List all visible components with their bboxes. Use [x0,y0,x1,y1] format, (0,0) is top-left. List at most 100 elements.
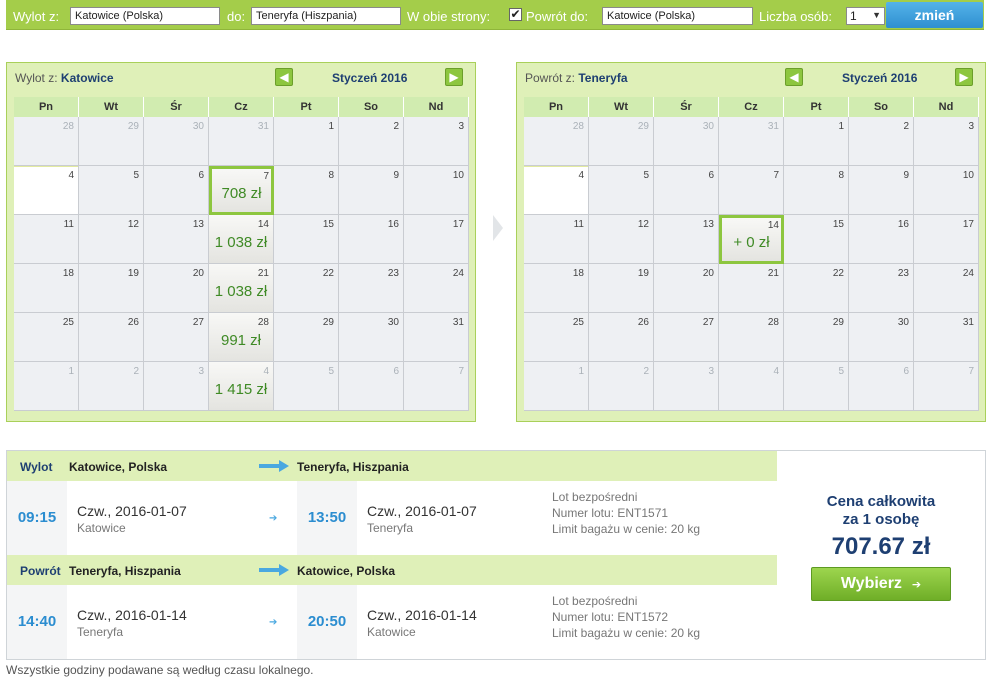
day-number: 29 [127,121,139,132]
day-number: 15 [832,219,844,230]
select-button[interactable]: Wybierz ➔ [811,567,951,601]
calendar-day: 13 [654,215,719,264]
return-leg-header: Powrót Teneryfa, Hiszpania Katowice, Pol… [7,555,777,585]
calendar-day: 24 [914,264,979,313]
to-input[interactable]: Teneryfa (Hiszpania) [251,7,401,25]
day-number: 16 [387,219,399,230]
day-number: 27 [192,317,204,328]
calendar-day: 1 [14,362,79,411]
flight-number: Numer lotu: ENT1572 [552,610,669,624]
calendar-day[interactable]: 14 1 038 zł [209,215,274,264]
calendar-day-selected[interactable]: 14 + 0 zł [719,215,784,264]
day-number: 7 [263,171,269,182]
calendar-day: 13 [144,215,209,264]
calendar-day: 24 [404,264,469,313]
calendar-day: 27 [654,313,719,362]
calendar-day: 6 [339,362,404,411]
calendar-week-row: 18 19 20 21 22 23 24 [524,264,979,313]
calendar-day: 1 [524,362,589,411]
next-month-arrow-icon[interactable]: ▶ [955,68,973,86]
day-number: 29 [322,317,334,328]
pax-label: Liczba osób: [759,9,832,24]
calendar-day: 10 [914,166,979,215]
outbound-leg-details: 09:15 Czw., 2016-01-07 Katowice ➔ 13:50 … [7,481,777,555]
calendar-day: 3 [144,362,209,411]
calendar-week-row: 25 26 27 28 991 zł 29 30 31 [14,313,469,362]
day-price: 991 zł [220,332,262,349]
departure-block: Czw., 2016-01-14 Teneryfa ➔ [67,585,297,659]
day-number: 25 [572,317,584,328]
calendar-day: 12 [589,215,654,264]
day-number: 10 [962,170,974,181]
calendar-day: 9 [849,166,914,215]
calendar-day: 25 [14,313,79,362]
departure-time: 09:15 [7,481,67,555]
calendar-day: 29 [274,313,339,362]
calendar-day: 1 [784,117,849,166]
calendar-day: 31 [719,117,784,166]
weekday-label: Wt [589,97,654,117]
weekday-label: Pn [14,97,79,117]
calendar-day: 26 [79,313,144,362]
day-price: 708 zł [221,185,262,202]
roundtrip-checkbox[interactable]: ✔ [509,8,522,21]
calendar-day: 3 [404,117,469,166]
day-number: 8 [328,170,334,181]
calendar-day: 19 [589,264,654,313]
day-number: 29 [637,121,649,132]
calendar-day: 19 [79,264,144,313]
calendar-day: 10 [404,166,469,215]
calendar-day: 21 [719,264,784,313]
day-number: 2 [903,121,909,132]
day-number: 6 [708,170,714,181]
chevron-down-icon: ▼ [872,10,881,20]
outbound-calendar: Wylot z: Katowice ◀ Styczeń 2016 ▶ Pn Wt Ś… [6,62,476,422]
weekday-label: Nd [404,97,469,117]
calendar-day[interactable]: 21 1 038 zł [209,264,274,313]
day-number: 20 [192,268,204,279]
day-number: 28 [572,121,584,132]
return-input[interactable]: Katowice (Polska) [602,7,753,25]
change-button[interactable]: zmień [886,2,983,28]
day-number: 9 [393,170,399,181]
calendar-month: Styczeń 2016 [332,71,408,85]
day-number: 28 [767,317,779,328]
leg-from: Teneryfa, Hiszpania [69,564,181,578]
calendar-grid: Pn Wt Śr Cz Pt So Nd 28 29 30 31 1 2 3 4 5 6 7 8 9 10 11 12 13 1… [524,97,979,411]
day-number: 3 [968,121,974,132]
day-number: 26 [127,317,139,328]
calendar-day: 16 [849,215,914,264]
calendar-day[interactable]: 4 1 415 zł [209,362,274,411]
calendar-week-row: 4 5 6 7 708 zł 8 9 10 [14,166,469,215]
pax-select[interactable]: 1 ▼ [846,7,885,25]
calendar-day-selected[interactable]: 7 708 zł [209,166,274,215]
day-number: 30 [192,121,204,132]
day-number: 29 [832,317,844,328]
calendar-day: 29 [784,313,849,362]
calendar-day: 22 [784,264,849,313]
from-input[interactable]: Katowice (Polska) [70,7,220,25]
leg-from: Katowice, Polska [69,460,168,474]
weekday-label: So [849,97,914,117]
calendar-day: 6 [144,166,209,215]
arrival-block: Czw., 2016-01-07 Teneryfa [357,481,542,555]
calendar-day: 17 [404,215,469,264]
prev-month-arrow-icon[interactable]: ◀ [785,68,803,86]
calendar-day: 8 [784,166,849,215]
calendar-week-row: 11 12 13 14 + 0 zł 15 16 17 [524,215,979,264]
day-price: + 0 zł [733,234,770,251]
calendar-day[interactable]: 28 991 zł [209,313,274,362]
return-leg-details: 14:40 Czw., 2016-01-14 Teneryfa ➔ 20:50 … [7,585,777,659]
calendar-day: 3 [914,117,979,166]
departure-city: Teneryfa [77,625,124,639]
next-month-arrow-icon[interactable]: ▶ [445,68,463,86]
day-number: 31 [257,121,269,132]
prev-month-arrow-icon[interactable]: ◀ [275,68,293,86]
calendar-week-row: 18 19 20 21 1 038 zł 22 23 24 [14,264,469,313]
calendar-week-row: 4 5 6 7 8 9 10 [524,166,979,215]
weekday-label: Śr [654,97,719,117]
day-number: 5 [838,366,844,377]
calendar-day: 5 [589,166,654,215]
day-number: 1 [328,121,334,132]
day-number: 28 [62,121,74,132]
